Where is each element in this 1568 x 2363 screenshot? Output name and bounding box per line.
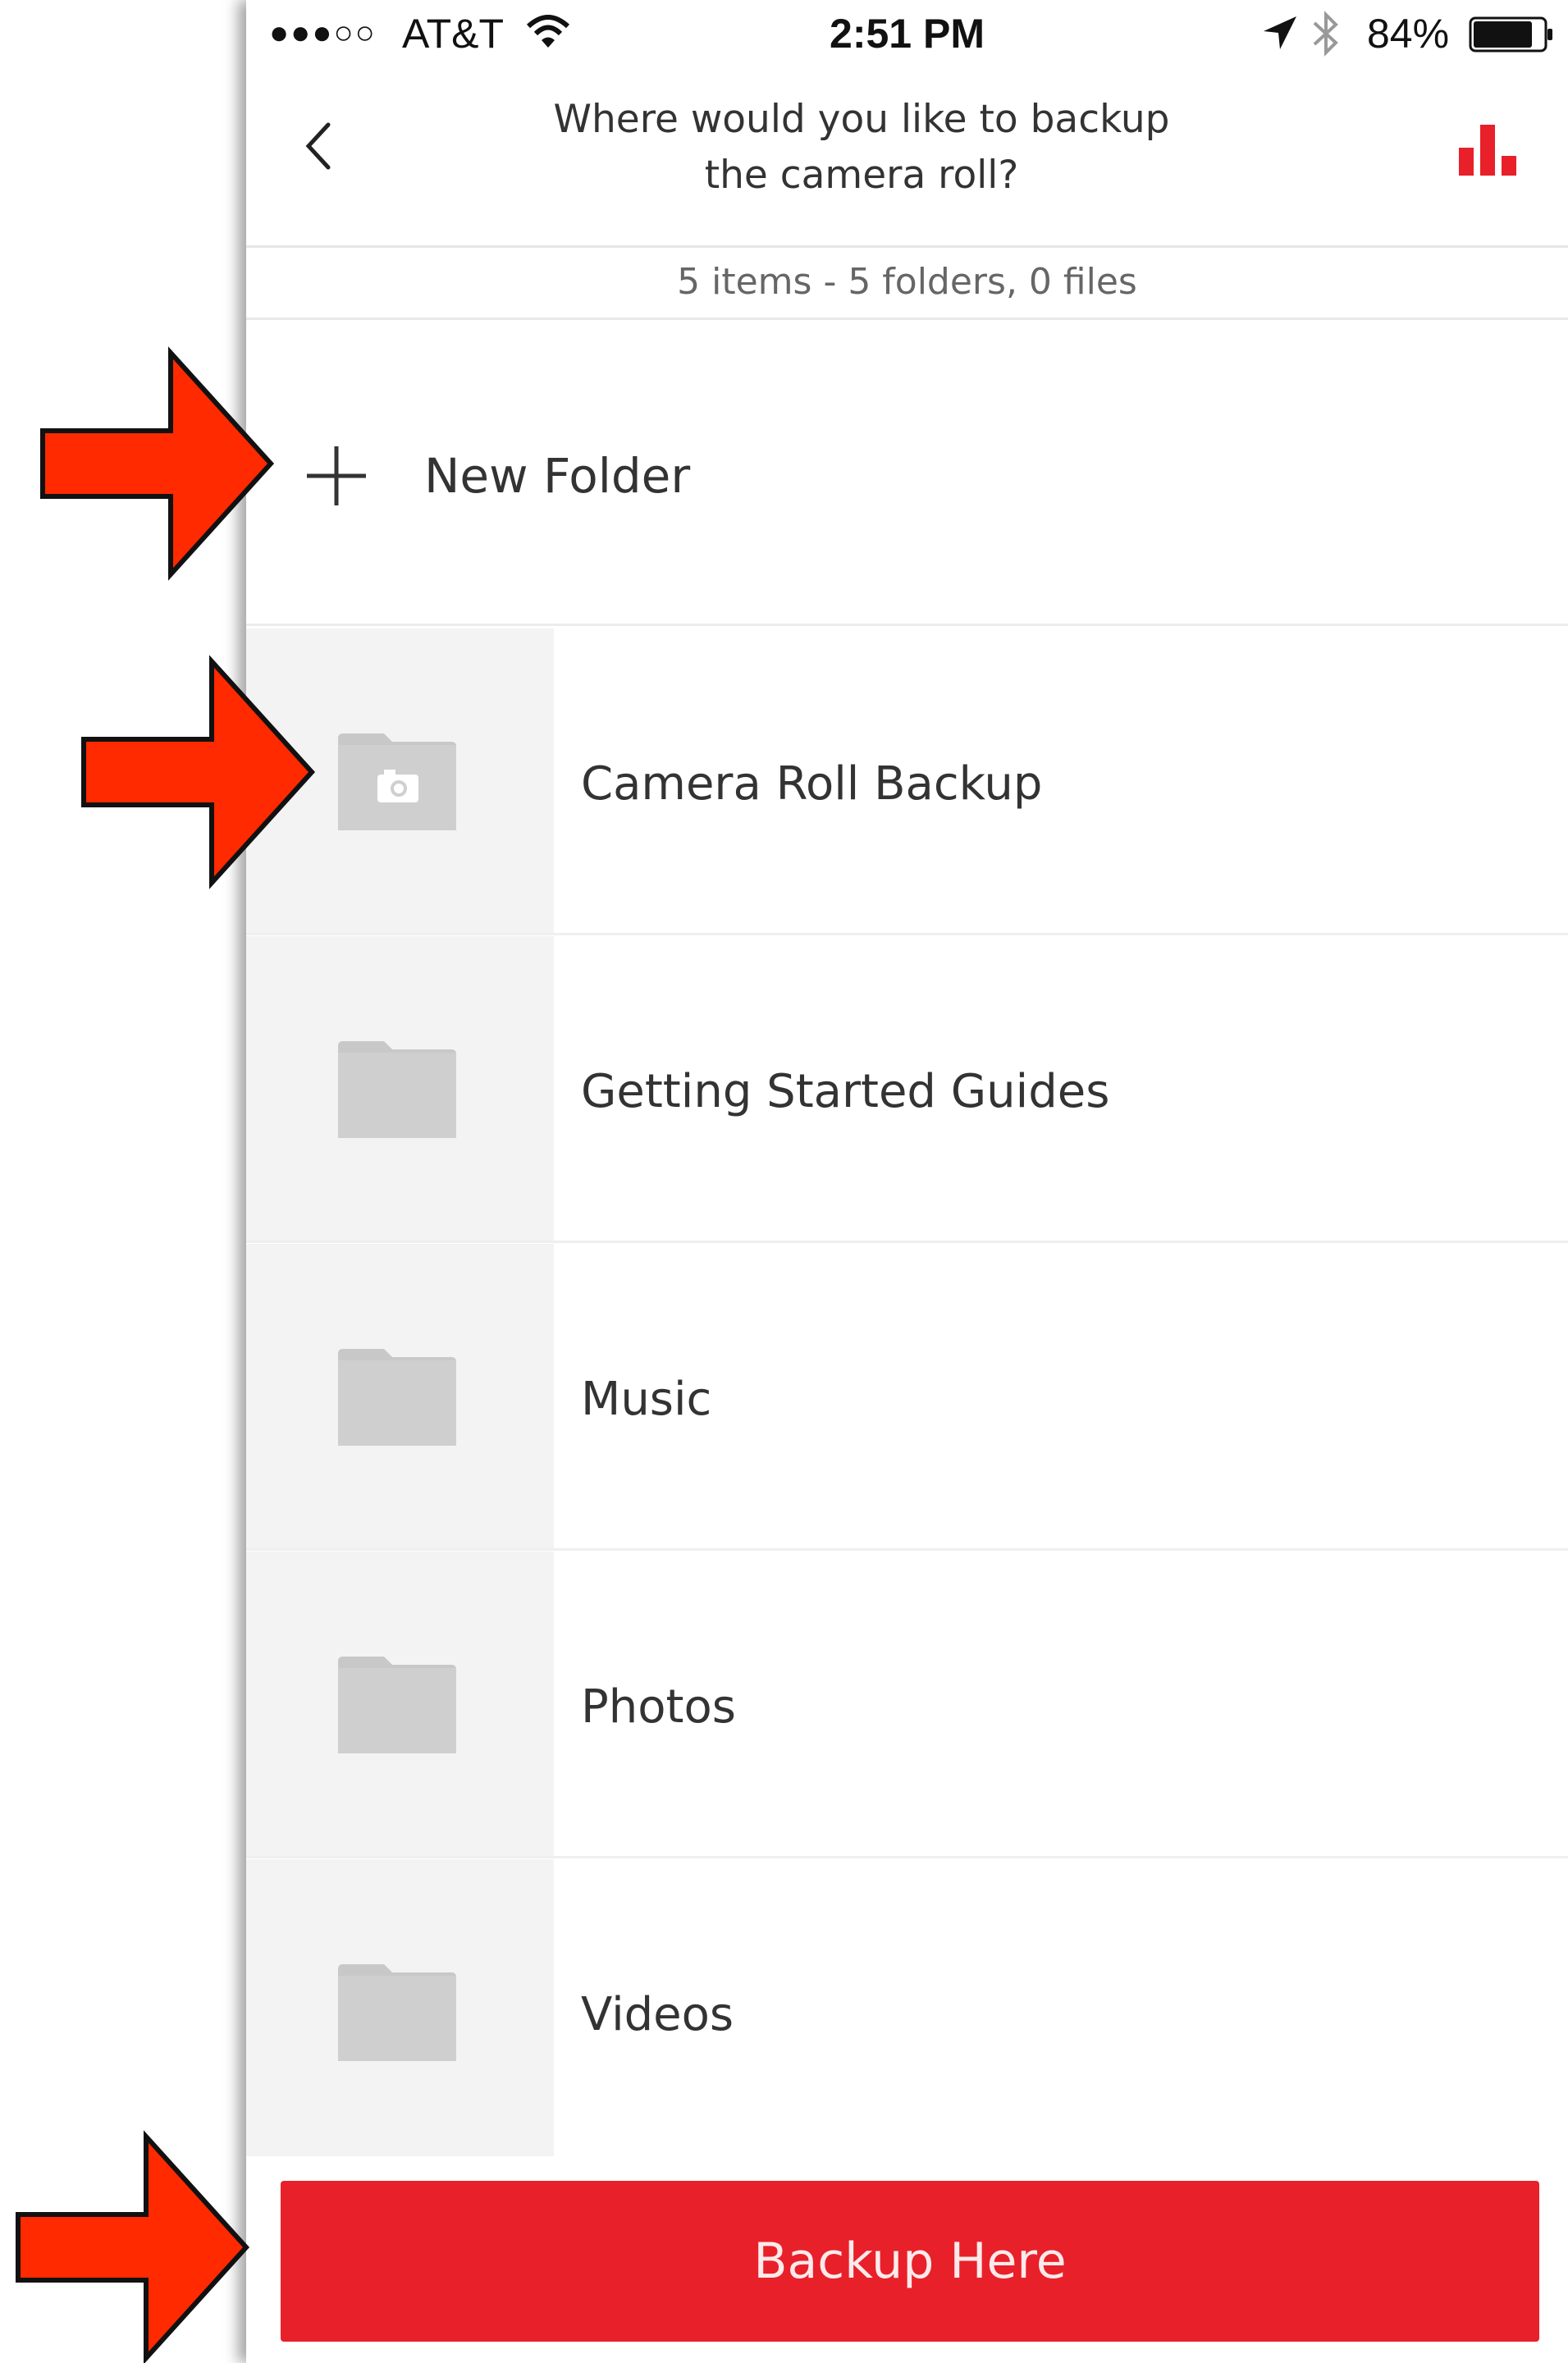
folder-name: Photos xyxy=(581,1680,736,1734)
battery-icon xyxy=(1469,16,1552,53)
bar-chart-icon[interactable] xyxy=(1457,123,1520,177)
page-title: Where would you like to backup the camer… xyxy=(553,97,1170,198)
annotation-arrow-icon xyxy=(81,655,316,889)
new-folder-button[interactable]: New Folder xyxy=(246,320,1568,626)
back-chevron-icon[interactable] xyxy=(295,113,345,179)
location-arrow-icon xyxy=(1264,16,1296,49)
folder-icon xyxy=(338,1349,456,1446)
folder-thumbnail xyxy=(246,936,554,1241)
app-screen: ●●●○○ AT&T 2:51 PM 84% Where would you l… xyxy=(246,0,1568,2363)
bottom-action-bar: Backup Here xyxy=(246,2156,1568,2363)
folder-row-getting-started-guides[interactable]: Getting Started Guides xyxy=(246,936,1568,1243)
status-bar: ●●●○○ AT&T 2:51 PM 84% xyxy=(246,0,1568,74)
annotation-arrow-icon xyxy=(16,2130,250,2363)
folder-thumbnail xyxy=(246,1859,554,2166)
folder-row-music[interactable]: Music xyxy=(246,1244,1568,1551)
backup-here-button[interactable]: Backup Here xyxy=(281,2181,1539,2342)
folder-thumbnail xyxy=(246,1244,554,1548)
folder-name: Music xyxy=(581,1373,712,1426)
folder-row-photos[interactable]: Photos xyxy=(246,1552,1568,1858)
items-summary: 5 items - 5 folders, 0 files xyxy=(246,248,1568,320)
folder-name: Camera Roll Backup xyxy=(581,757,1043,811)
folder-icon xyxy=(338,1041,456,1138)
folder-icon xyxy=(338,1964,456,2061)
new-folder-label: New Folder xyxy=(424,448,691,504)
annotation-arrow-icon xyxy=(40,346,275,581)
battery-percent: 84% xyxy=(1367,11,1450,57)
plus-icon xyxy=(307,446,366,505)
camera-folder-icon xyxy=(338,734,456,830)
folder-name: Videos xyxy=(581,1988,734,2041)
folder-row-camera-roll-backup[interactable]: Camera Roll Backup xyxy=(246,628,1568,935)
folder-icon xyxy=(338,1657,456,1753)
folder-name: Getting Started Guides xyxy=(581,1065,1110,1118)
bluetooth-icon xyxy=(1313,11,1338,57)
nav-header: Where would you like to backup the camer… xyxy=(246,74,1568,248)
folder-thumbnail xyxy=(246,1552,554,1856)
folder-row-videos[interactable]: Videos xyxy=(246,1859,1568,2166)
